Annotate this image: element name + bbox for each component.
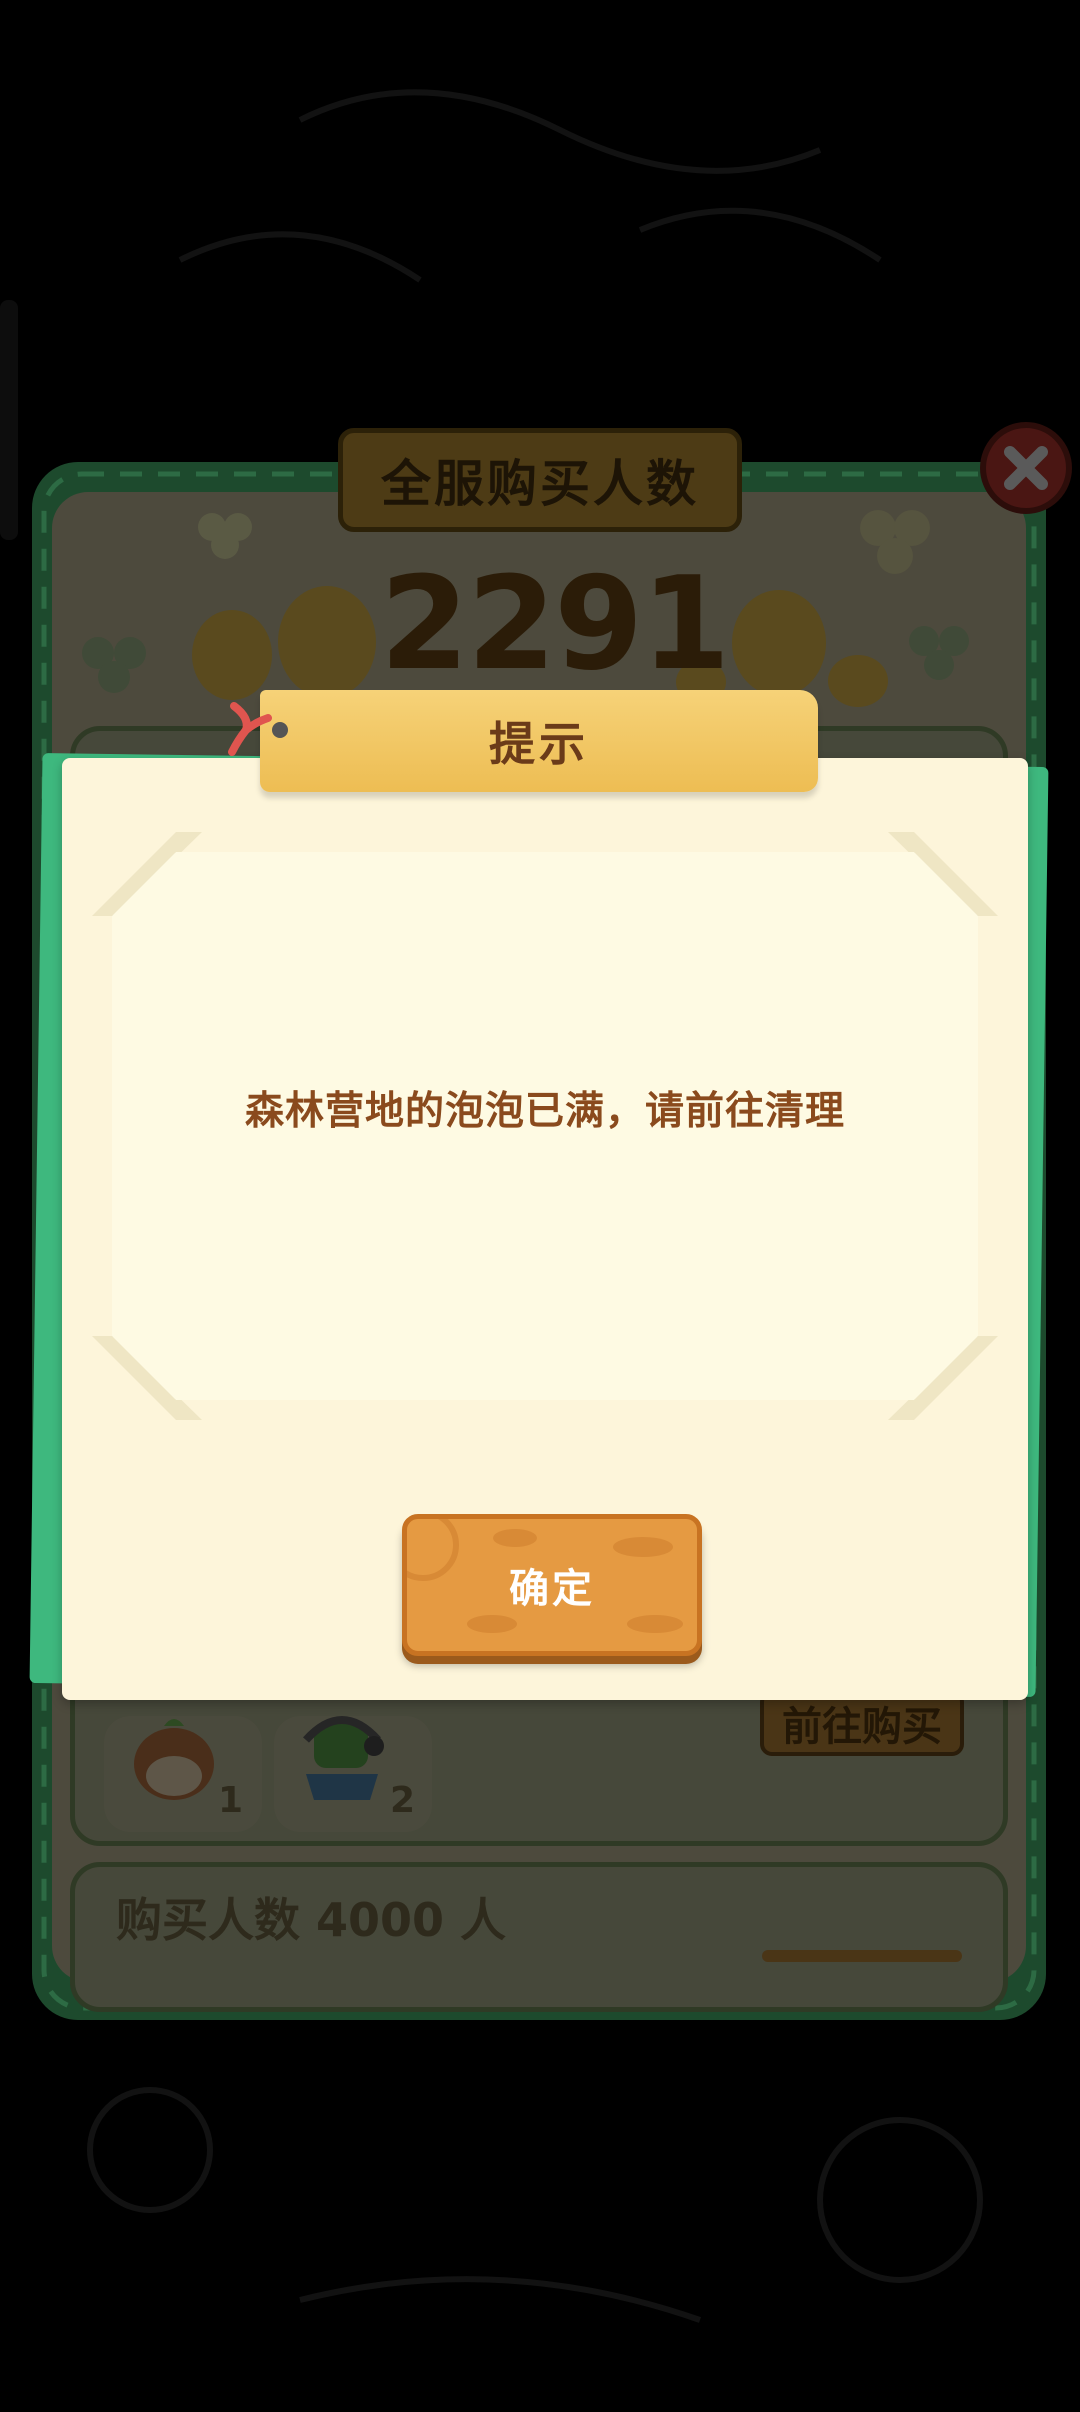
go-purchase-button[interactable] [762,1950,962,1962]
close-x-icon [1004,446,1048,490]
reward-quantity: 1 [218,1780,244,1821]
reward-quantity: 2 [390,1780,416,1821]
tier-threshold-label: 购买人数 4000 人 [116,1893,507,1947]
wood-grain [467,1615,517,1633]
clover-decoration [860,510,930,574]
pin-icon [228,702,288,756]
clover-decoration [909,626,969,680]
wood-grain [627,1615,683,1633]
wood-grain [613,1537,673,1557]
purchase-count: 2291 [380,550,730,699]
dialog-message: 森林营地的泡泡已满，请前往清理 [244,1089,845,1134]
egg-decoration [278,586,376,698]
dialog-title: 提示 [260,690,818,792]
egg-decoration [192,610,272,700]
wood-grain [493,1529,537,1547]
egg-decoration [828,655,888,707]
chestnut-bird-icon [134,1719,214,1800]
wood-grain [407,1519,459,1581]
panel-title: 全服购买人数 [338,428,742,532]
close-button[interactable] [980,422,1072,514]
egg-decoration [732,590,826,696]
confirm-label: 确定 [509,1566,595,1612]
clover-decoration [82,637,146,693]
confirm-button[interactable]: 确定 [402,1514,702,1656]
green-monster-headphones-icon [303,1716,384,1800]
clover-decoration [198,513,252,559]
